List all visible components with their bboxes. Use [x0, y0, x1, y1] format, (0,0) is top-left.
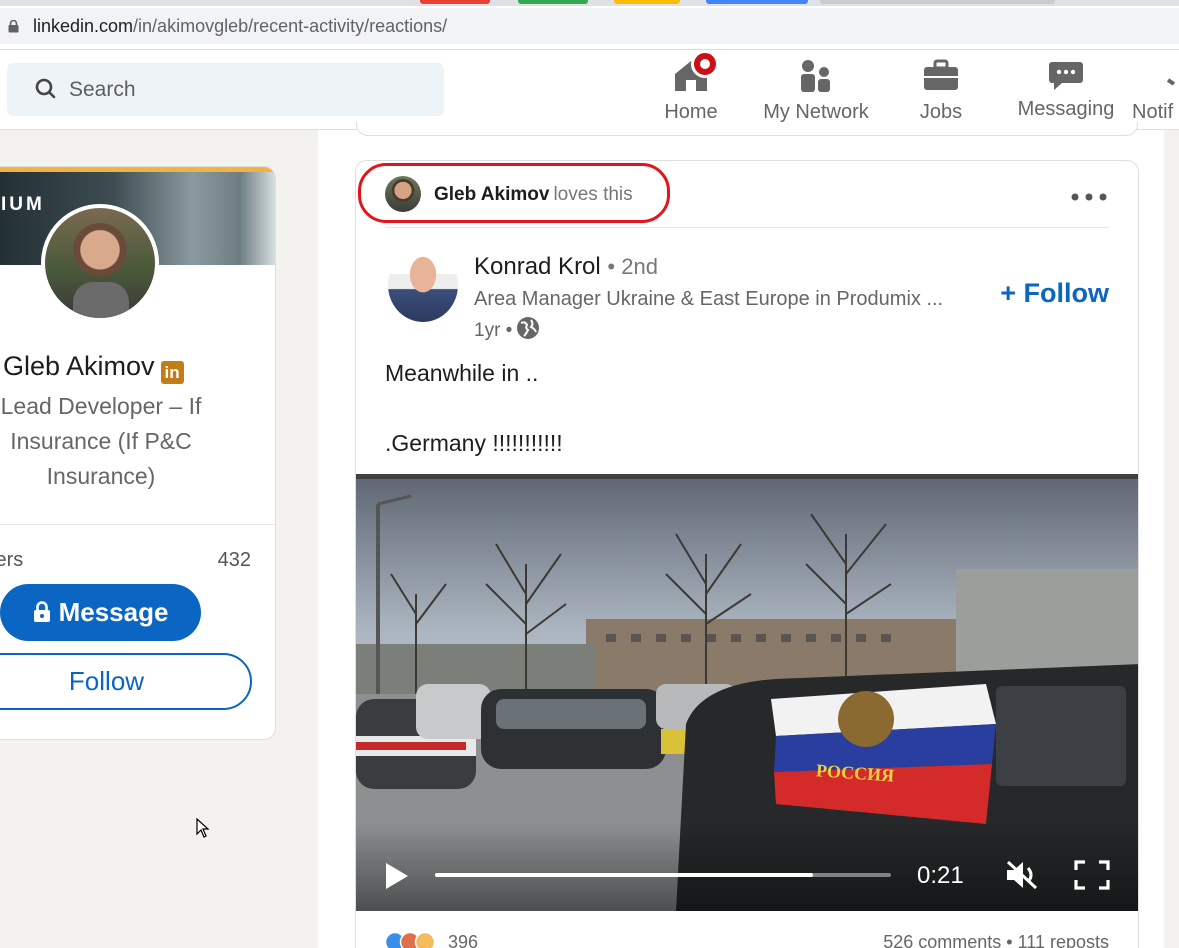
- feed-post: Gleb Akimov loves this Konrad Krol • 2nd …: [355, 160, 1139, 948]
- post-timestamp: 1yr •: [474, 316, 540, 342]
- fullscreen-icon[interactable]: [1074, 860, 1110, 890]
- video-progress-fill: [435, 873, 814, 877]
- reaction-icons[interactable]: [385, 931, 445, 948]
- nav-my-network[interactable]: My Network: [756, 50, 876, 130]
- followers-count: 432: [217, 549, 251, 571]
- people-icon: [801, 60, 830, 92]
- profile-headline: Lead Developer – If Insurance (If P&C In…: [0, 393, 202, 489]
- author-name[interactable]: Konrad Krol • 2nd: [474, 253, 658, 281]
- url-text[interactable]: linkedin.com/in/akimovgleb/recent-activi…: [33, 16, 447, 37]
- nav-messaging[interactable]: Messaging: [1012, 50, 1120, 130]
- post-reaction-header: Gleb Akimov loves this: [356, 161, 1138, 228]
- play-icon[interactable]: [384, 861, 410, 891]
- comments-reposts-count[interactable]: 526 comments • 111 reposts: [883, 932, 1109, 948]
- post-text: Meanwhile in ..: [385, 360, 539, 386]
- video-time: 0:21: [917, 862, 964, 889]
- bell-icon: [1166, 78, 1176, 86]
- premium-badge-icon: in: [160, 361, 184, 384]
- follow-button[interactable]: Follow: [0, 653, 252, 710]
- more-options-icon[interactable]: [1070, 183, 1108, 211]
- search-icon: [35, 78, 56, 99]
- divider: [385, 227, 1109, 228]
- video-player[interactable]: РОССИЯ 0:21: [356, 474, 1138, 911]
- linkedin-global-nav: Search Home My Network Jobs Messaging No…: [0, 50, 1179, 130]
- muted-volume-icon[interactable]: [1004, 858, 1040, 892]
- address-bar[interactable]: linkedin.com/in/akimovgleb/recent-activi…: [0, 8, 1179, 44]
- author-headline: Area Manager Ukraine & East Europe in Pr…: [474, 288, 944, 310]
- chat-icon: [1049, 62, 1083, 90]
- profile-name[interactable]: Gleb Akimov in: [3, 351, 184, 384]
- follow-author-button[interactable]: + Follow: [1000, 278, 1109, 309]
- search-placeholder: Search: [69, 78, 136, 101]
- lock-icon: [33, 601, 50, 622]
- message-button[interactable]: Message: [0, 584, 201, 641]
- video-top-border: [356, 474, 1138, 479]
- nav-notifications[interactable]: Notif: [1130, 50, 1179, 130]
- nav-home[interactable]: Home: [652, 50, 730, 130]
- nav-jobs[interactable]: Jobs: [904, 50, 978, 130]
- social-counts: 396 526 comments • 111 reposts: [356, 929, 1138, 948]
- lock-icon: [8, 20, 19, 33]
- premium-label: IUM: [1, 194, 45, 215]
- search-input[interactable]: Search: [7, 63, 444, 116]
- reactions-count[interactable]: 396: [448, 932, 478, 948]
- browser-chrome: linkedin.com/in/akimovgleb/recent-activi…: [0, 0, 1179, 50]
- briefcase-icon: [924, 59, 958, 90]
- author-avatar[interactable]: [388, 248, 458, 322]
- tab-strip: [0, 0, 1179, 6]
- followers-label: wers: [0, 549, 24, 571]
- post-text: .Germany !!!!!!!!!!!: [385, 430, 563, 456]
- mouse-cursor-icon: [196, 818, 210, 838]
- globe-icon: [517, 317, 540, 339]
- avatar[interactable]: [41, 204, 159, 322]
- video-progress-slider[interactable]: [435, 873, 891, 877]
- profile-card: IUM Gleb Akimov in Lead Developer – If In…: [0, 166, 276, 740]
- previous-post-card: [356, 122, 1138, 136]
- annotation-highlight: [358, 163, 670, 223]
- divider: [0, 524, 275, 525]
- notification-badge: [691, 50, 719, 78]
